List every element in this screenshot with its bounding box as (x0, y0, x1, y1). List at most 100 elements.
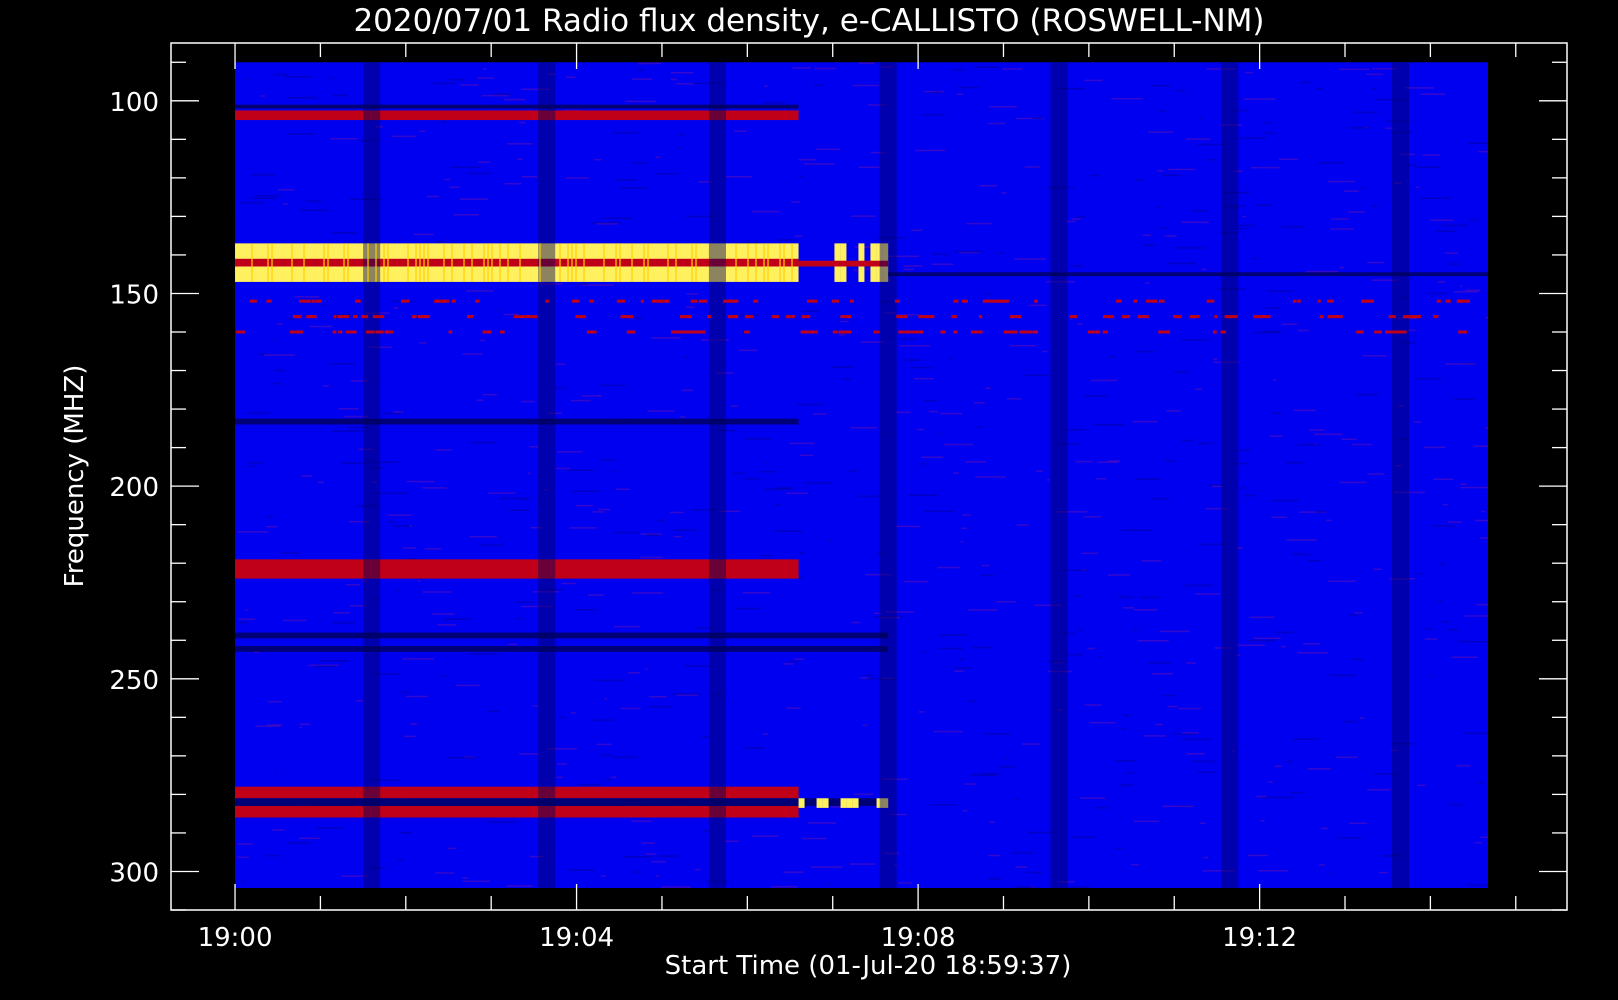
noise-mark (1024, 374, 1050, 376)
noise-mark (651, 337, 681, 339)
noise-mark (1272, 379, 1277, 381)
rfi-dot (838, 330, 852, 334)
noise-mark (1253, 637, 1281, 640)
noise-mark (915, 149, 946, 152)
noise-mark (1186, 753, 1205, 755)
noise-mark (675, 82, 696, 85)
noise-mark (387, 521, 395, 523)
noise-mark (468, 653, 498, 655)
noise-mark (801, 837, 827, 840)
x-tick-label: 19:12 (1222, 923, 1297, 953)
noise-mark (299, 726, 302, 729)
noise-mark (1253, 331, 1280, 334)
noise-mark (328, 77, 334, 79)
noise-mark (567, 869, 596, 871)
band-segment (816, 798, 823, 808)
noise-mark (1181, 439, 1194, 442)
noise-mark (796, 403, 823, 406)
noise-mark (1186, 662, 1197, 664)
noise-mark (960, 658, 965, 660)
noise-mark (1150, 497, 1169, 500)
noise-mark (957, 86, 981, 89)
noise-mark (1026, 871, 1043, 874)
rfi-dot (940, 330, 946, 334)
rfi-dot (970, 330, 983, 334)
noise-mark (413, 233, 434, 236)
noise-mark (1280, 645, 1287, 648)
rfi-dot (1133, 299, 1138, 303)
flicker-mark (343, 243, 346, 282)
noise-mark (1367, 789, 1391, 791)
noise-mark (477, 77, 495, 79)
noise-mark (1420, 93, 1446, 95)
noise-mark (1162, 694, 1176, 697)
noise-mark (245, 78, 249, 81)
rfi-dot (513, 315, 526, 319)
noise-mark (592, 511, 605, 513)
noise-mark (1263, 132, 1277, 134)
noise-mark (920, 463, 927, 465)
noise-mark (1093, 423, 1125, 426)
noise-mark (786, 492, 808, 495)
rfi-dot (806, 299, 818, 303)
flicker-mark (767, 243, 770, 282)
flicker-mark (567, 243, 570, 282)
noise-mark (554, 386, 567, 389)
flicker-mark (327, 243, 330, 282)
rfi-dot (586, 330, 597, 334)
noise-mark (964, 461, 987, 463)
noise-mark (604, 698, 608, 700)
noise-mark (466, 172, 493, 175)
rfi-dot (832, 330, 838, 334)
noise-mark (983, 733, 1011, 735)
noise-mark (998, 765, 1016, 768)
noise-mark (515, 601, 535, 603)
noise-mark (1046, 479, 1050, 481)
noise-mark (1449, 803, 1463, 806)
rfi-dot (771, 315, 780, 319)
noise-mark (582, 284, 614, 286)
noise-mark (476, 399, 484, 402)
noise-mark (1002, 68, 1023, 70)
noise-mark (440, 675, 447, 677)
noise-mark (255, 195, 282, 197)
flicker-mark (559, 243, 562, 282)
rfi-dot (1009, 315, 1022, 319)
noise-mark (953, 472, 959, 474)
noise-mark (644, 668, 648, 670)
noise-mark (271, 829, 285, 831)
rfi-dot (616, 299, 626, 303)
noise-mark (1343, 190, 1359, 192)
chart-title: 2020/07/01 Radio flux density, e-CALLIST… (353, 3, 1264, 39)
noise-mark (762, 733, 768, 735)
heatmap-background (235, 62, 1488, 888)
rfi-dot (361, 315, 369, 319)
rfi-dot (417, 315, 430, 319)
noise-mark (453, 214, 479, 216)
rfi-dot (1089, 330, 1101, 334)
noise-mark (387, 514, 412, 516)
noise-mark (803, 482, 833, 484)
noise-mark (1141, 560, 1162, 562)
noise-mark (1430, 525, 1455, 527)
rfi-dot (1394, 330, 1407, 334)
noise-mark (1167, 705, 1178, 708)
noise-mark (1122, 714, 1131, 717)
noise-mark (1087, 647, 1096, 650)
noise-mark (506, 143, 533, 145)
noise-mark (953, 250, 983, 253)
noise-mark (1360, 186, 1366, 189)
noise-mark (914, 377, 935, 380)
noise-mark (532, 705, 538, 707)
rfi-dot (1385, 330, 1396, 334)
noise-mark (395, 589, 400, 592)
noise-mark (1032, 117, 1044, 119)
noise-mark (1096, 478, 1107, 480)
rfi-dot (266, 299, 272, 303)
noise-mark (1036, 470, 1043, 473)
noise-mark (1013, 798, 1020, 801)
noise-mark (1177, 727, 1181, 730)
noise-mark (1329, 674, 1357, 677)
noise-mark (1265, 307, 1281, 309)
interference-column (1391, 62, 1410, 888)
